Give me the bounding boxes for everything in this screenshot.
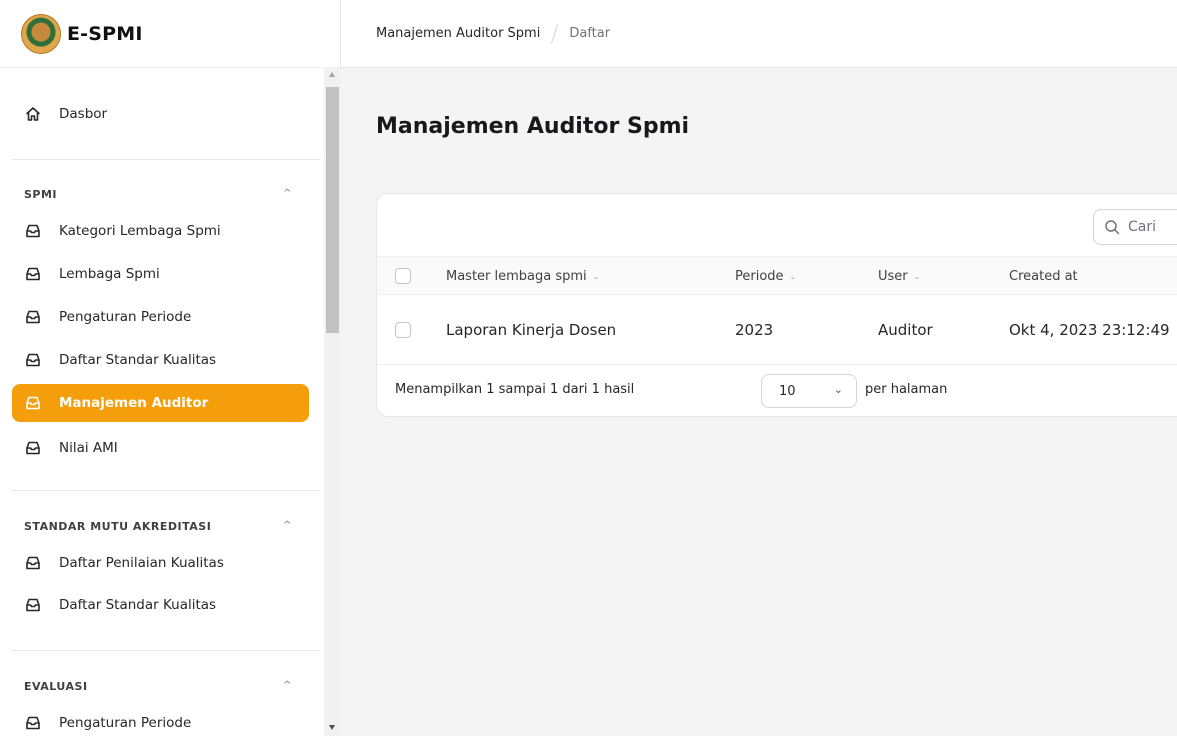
column-header-label: Master lembaga spmi: [446, 269, 587, 284]
cell-periode: 2023: [735, 321, 774, 339]
chevron-down-icon: ⌄: [833, 383, 843, 396]
sidebar-item-label: Daftar Standar Kualitas: [59, 597, 217, 613]
table-footer: Menampilkan 1 sampai 1 dari 1 hasil 10 ⌄…: [377, 365, 1177, 417]
group-title-standar-mutu: STANDAR MUTU AKREDITASI: [24, 520, 212, 533]
sidebar-item-daftar-penilaian[interactable]: Daftar Penilaian Kualitas: [12, 544, 309, 582]
per-page-label: per halaman: [865, 382, 948, 397]
pagination-info: Menampilkan 1 sampai 1 dari 1 hasil: [395, 382, 635, 397]
breadcrumb: Manajemen Auditor Spmi Daftar: [376, 23, 611, 44]
sidebar-item-dasbor[interactable]: Dasbor: [12, 95, 309, 133]
inbox-icon: [24, 351, 42, 369]
university-logo: [21, 13, 61, 54]
search-icon: [1104, 219, 1120, 235]
sidebar: E-SPMI Dasbor SPMI ^ Kategori Lembaga Sp…: [0, 0, 341, 736]
breadcrumb-item[interactable]: Manajemen Auditor Spmi: [376, 26, 540, 41]
cell-created-at: Okt 4, 2023 23:12:49: [1009, 321, 1170, 339]
scroll-up-arrow-icon[interactable]: [329, 72, 335, 77]
sidebar-item-label: Manajemen Auditor: [59, 395, 209, 411]
page-title: Manajemen Auditor Spmi: [376, 114, 690, 139]
column-header-periode[interactable]: Periode ⌄: [735, 269, 796, 284]
divider: [12, 490, 321, 491]
inbox-icon: [24, 554, 42, 572]
inbox-icon: [24, 265, 42, 283]
table-header: Master lembaga spmi ⌄ Periode ⌄ User ⌄ C…: [377, 256, 1177, 295]
sidebar-item-label: Pengaturan Periode: [59, 309, 192, 325]
divider: [12, 650, 321, 651]
divider: [12, 159, 321, 160]
per-page-select[interactable]: 10 ⌄: [761, 374, 857, 408]
sidebar-item-nilai-ami[interactable]: Nilai AMI: [12, 429, 309, 467]
inbox-icon: [24, 308, 42, 326]
sidebar-item-pengaturan-periode[interactable]: Pengaturan Periode: [12, 298, 309, 336]
sort-chevron-icon: ⌄: [592, 272, 600, 281]
column-header-master[interactable]: Master lembaga spmi ⌄: [446, 269, 599, 284]
select-all-checkbox[interactable]: [395, 268, 411, 284]
sidebar-item-label: Pengaturan Periode: [59, 715, 192, 731]
app-title: E-SPMI: [67, 22, 143, 45]
inbox-icon: [24, 222, 42, 240]
cell-master: Laporan Kinerja Dosen: [446, 321, 617, 339]
row-checkbox[interactable]: [395, 322, 411, 338]
sidebar-item-label: Daftar Standar Kualitas: [59, 352, 217, 368]
topbar: Manajemen Auditor Spmi Daftar: [341, 0, 1177, 68]
sidebar-item-label: Daftar Penilaian Kualitas: [59, 555, 224, 571]
search-input[interactable]: Cari: [1093, 209, 1177, 245]
inbox-icon: [24, 394, 42, 412]
breadcrumb-item-current: Daftar: [569, 26, 611, 41]
search-placeholder: Cari: [1128, 219, 1156, 235]
sidebar-item-daftar-standar-2[interactable]: Daftar Standar Kualitas: [12, 586, 309, 624]
sidebar-nav: Dasbor SPMI ^ Kategori Lembaga Spmi Lemb…: [0, 68, 324, 736]
inbox-icon: [24, 596, 42, 614]
group-title-spmi: SPMI: [24, 188, 58, 201]
sidebar-item-daftar-standar[interactable]: Daftar Standar Kualitas: [12, 341, 309, 379]
breadcrumb-separator: [551, 23, 559, 44]
scroll-down-arrow-icon[interactable]: [329, 725, 335, 730]
group-title-evaluasi: EVALUASI: [24, 680, 88, 693]
sidebar-item-lembaga[interactable]: Lembaga Spmi: [12, 255, 309, 293]
home-icon: [24, 105, 42, 123]
per-page-value: 10: [779, 383, 796, 399]
sort-chevron-icon: ⌄: [913, 272, 921, 281]
sidebar-scrollbar[interactable]: [324, 68, 341, 736]
table-card: Cari Master lembaga spmi ⌄ Periode ⌄ Use…: [376, 193, 1177, 417]
inbox-icon: [24, 439, 42, 457]
sort-chevron-icon: ⌄: [789, 272, 797, 281]
inbox-icon: [24, 714, 42, 732]
sidebar-item-kategori-lembaga[interactable]: Kategori Lembaga Spmi: [12, 212, 309, 250]
cell-user: Auditor: [878, 321, 933, 339]
sidebar-item-manajemen-auditor[interactable]: Manajemen Auditor: [12, 384, 309, 422]
column-header-label: User: [878, 269, 908, 284]
sidebar-item-pengaturan-periode-2[interactable]: Pengaturan Periode: [12, 704, 309, 736]
sidebar-item-label: Lembaga Spmi: [59, 266, 160, 282]
column-header-label: Created at: [1009, 269, 1078, 284]
sidebar-item-label: Nilai AMI: [59, 440, 118, 456]
column-header-user[interactable]: User ⌄: [878, 269, 920, 284]
chevron-up-icon[interactable]: ^: [283, 188, 291, 199]
chevron-up-icon[interactable]: ^: [283, 680, 291, 691]
brand[interactable]: E-SPMI: [0, 0, 340, 68]
scroll-thumb[interactable]: [326, 87, 339, 333]
sidebar-item-label: Dasbor: [59, 106, 108, 122]
column-header-created-at: Created at: [1009, 269, 1078, 284]
sidebar-item-label: Kategori Lembaga Spmi: [59, 223, 221, 239]
column-header-label: Periode: [735, 269, 784, 284]
chevron-up-icon[interactable]: ^: [283, 520, 291, 531]
table-row[interactable]: Laporan Kinerja Dosen 2023 Auditor Okt 4…: [377, 295, 1177, 365]
